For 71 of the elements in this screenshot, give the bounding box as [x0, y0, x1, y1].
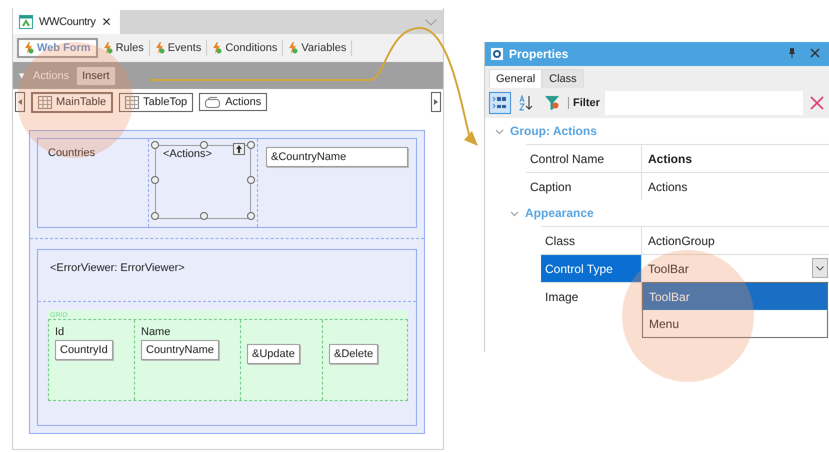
dropdown-option[interactable]: ToolBar: [643, 283, 827, 310]
pin-icon: [788, 48, 796, 58]
variable-field[interactable]: &CountryName: [266, 147, 408, 167]
group-icon: [205, 96, 222, 108]
insert-button[interactable]: Insert: [77, 66, 115, 84]
grid-field[interactable]: CountryName: [141, 340, 219, 360]
resize-handle[interactable]: [151, 176, 159, 184]
grid-field[interactable]: &Update: [247, 344, 300, 364]
resize-handle[interactable]: [151, 212, 159, 220]
property-value[interactable]: Actions: [642, 173, 829, 200]
clear-filter-button[interactable]: [808, 94, 826, 112]
properties-tab[interactable]: Class: [542, 69, 584, 88]
resize-handle[interactable]: [200, 141, 208, 149]
column-header: Name: [141, 326, 172, 338]
window-title: Properties: [509, 47, 568, 61]
chevron-down-icon: [816, 266, 824, 270]
grid-field[interactable]: &Delete: [329, 344, 378, 364]
clear-icon: [810, 96, 824, 110]
left-triangle-icon: [18, 98, 22, 104]
lightning-icon: [288, 42, 298, 54]
countries-label: Countries: [48, 147, 96, 159]
property-name[interactable]: Control Name: [526, 145, 642, 172]
dropdown-button[interactable]: [812, 258, 828, 278]
lightning-icon: [24, 42, 34, 54]
property-value[interactable]: Actions: [642, 145, 829, 172]
sort-icon: [519, 95, 533, 111]
property-name[interactable]: Control Type: [541, 255, 642, 282]
categorized-icon: [492, 95, 508, 111]
error-viewer[interactable]: <ErrorViewer: ErrorViewer>: [50, 262, 185, 274]
property-value[interactable]: ActionGroup: [642, 227, 829, 254]
properties-icon: [491, 48, 503, 60]
actions-label: Actions: [33, 70, 70, 82]
resize-handle[interactable]: [247, 141, 255, 149]
grid-field[interactable]: CountryId: [55, 340, 113, 360]
funnel-icon: [544, 95, 560, 111]
property-name[interactable]: Class: [541, 227, 642, 254]
properties-tab[interactable]: General: [489, 69, 542, 88]
tab-title: WWCountry: [39, 16, 96, 28]
expander-icon[interactable]: [510, 208, 519, 218]
resize-handle[interactable]: [247, 212, 255, 220]
resize-handle[interactable]: [200, 212, 208, 220]
lightning-icon: [102, 42, 113, 54]
close-icon: [810, 48, 820, 58]
column-header: Id: [55, 326, 66, 338]
expander-icon[interactable]: [495, 126, 504, 136]
resize-handle[interactable]: [151, 141, 159, 149]
group-heading: Appearance: [525, 206, 594, 220]
lightning-icon: [154, 42, 165, 54]
web-form-icon: [19, 15, 33, 29]
property-name[interactable]: Image: [541, 283, 642, 310]
table-icon: [125, 96, 140, 108]
table-icon: [38, 96, 52, 108]
group-label: <Actions>: [163, 148, 212, 160]
scroll-left-button[interactable]: [15, 92, 25, 112]
close-button[interactable]: ✕: [102, 15, 112, 29]
filter-label: Filter: [568, 97, 600, 109]
lightning-icon: [212, 42, 222, 54]
view-tab[interactable]: Events: [150, 40, 208, 56]
breadcrumb-item[interactable]: MainTable: [31, 92, 114, 112]
document-tab[interactable]: WWCountry ✕: [13, 10, 120, 34]
breadcrumb-item[interactable]: TableTop: [119, 92, 194, 112]
scroll-right-button[interactable]: [431, 92, 441, 112]
breadcrumb-item[interactable]: Actions: [199, 93, 268, 111]
group-heading: Group: Actions: [510, 124, 597, 138]
categorized-view-button[interactable]: [489, 92, 511, 114]
up-arrow-icon[interactable]: [233, 143, 245, 155]
view-tab[interactable]: Conditions: [207, 40, 284, 56]
resize-handle[interactable]: [247, 176, 255, 184]
property-name[interactable]: Caption: [526, 173, 642, 200]
view-tab[interactable]: Variables: [283, 40, 352, 56]
right-triangle-icon: [434, 98, 438, 104]
